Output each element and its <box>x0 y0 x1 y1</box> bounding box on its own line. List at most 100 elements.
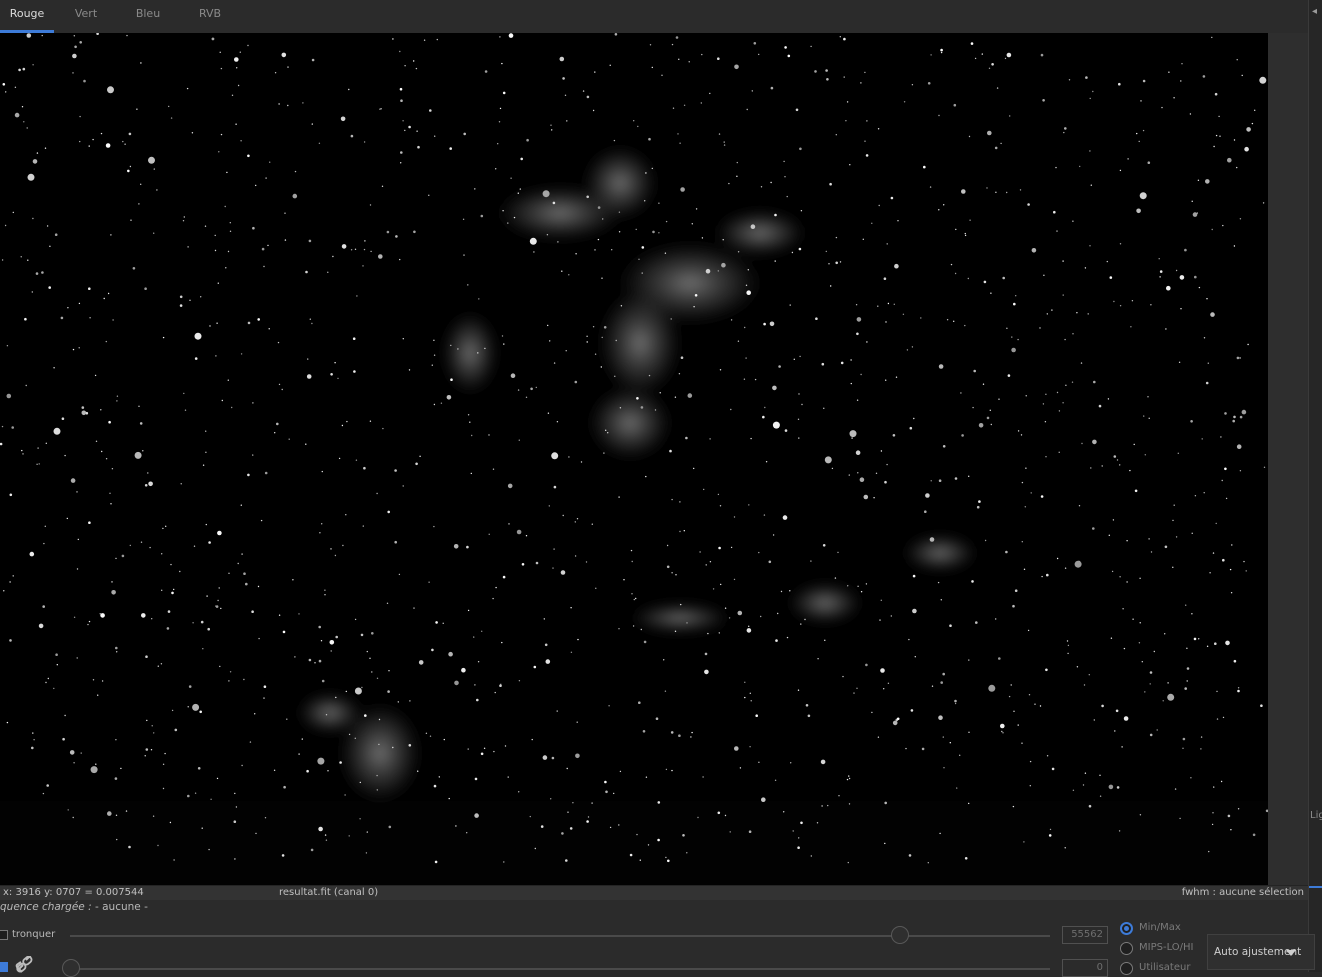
star <box>848 775 850 777</box>
star <box>998 657 1001 660</box>
star <box>1090 184 1093 186</box>
star <box>1233 139 1236 141</box>
star <box>341 244 347 249</box>
star <box>153 732 155 734</box>
star <box>1189 113 1192 115</box>
star <box>760 615 762 618</box>
tab-rouge[interactable]: Rouge <box>0 0 54 33</box>
star <box>22 67 26 71</box>
star <box>408 369 411 371</box>
image-viewport[interactable] <box>0 33 1268 885</box>
star <box>565 350 567 352</box>
star <box>777 612 779 615</box>
radio-minmax[interactable] <box>1120 922 1133 935</box>
star <box>743 378 746 380</box>
star <box>655 717 659 720</box>
chevron-left-icon[interactable]: ◂ <box>1312 6 1317 17</box>
star <box>1066 640 1069 642</box>
star <box>529 815 531 818</box>
truncate-checkbox[interactable] <box>0 930 8 940</box>
star <box>1200 736 1203 738</box>
star <box>633 120 635 122</box>
tab-bleu[interactable]: Bleu <box>124 0 172 30</box>
tab-rvb[interactable]: RVB <box>186 0 234 30</box>
star <box>778 365 781 368</box>
vertical-scroll-area[interactable] <box>1268 33 1308 885</box>
star <box>467 609 470 612</box>
star <box>800 623 802 625</box>
star <box>1174 788 1177 790</box>
star <box>1227 157 1232 163</box>
star <box>748 625 750 627</box>
radio-user[interactable] <box>1120 962 1133 975</box>
star <box>1190 420 1193 423</box>
star <box>680 603 682 606</box>
star <box>473 636 475 638</box>
star <box>369 657 371 659</box>
high-value-field[interactable]: 55562 <box>1062 926 1108 944</box>
star <box>1110 637 1113 639</box>
star <box>1116 786 1120 789</box>
star <box>561 270 563 272</box>
star <box>953 103 957 107</box>
low-slider-handle[interactable] <box>62 959 80 977</box>
star <box>1042 99 1045 102</box>
star <box>652 230 655 234</box>
star <box>880 450 883 452</box>
star <box>1013 710 1015 712</box>
star <box>988 684 996 692</box>
star <box>824 639 826 641</box>
star <box>433 339 435 341</box>
radio-mips[interactable] <box>1120 942 1133 955</box>
star <box>211 37 215 41</box>
star <box>534 847 536 850</box>
star <box>399 258 401 261</box>
star <box>364 714 367 717</box>
star <box>865 583 868 585</box>
star <box>1045 668 1048 672</box>
link-icon[interactable] <box>14 956 38 974</box>
star <box>1164 633 1166 635</box>
star <box>550 798 552 800</box>
star <box>4 224 7 227</box>
star <box>670 731 674 734</box>
star <box>1224 412 1227 415</box>
star <box>855 450 861 456</box>
scaling-dropdown[interactable]: Auto ajustement <box>1207 934 1315 970</box>
star <box>890 615 892 617</box>
star <box>824 456 832 464</box>
star <box>789 304 791 306</box>
link-checkbox[interactable] <box>0 962 8 972</box>
star <box>665 220 668 223</box>
star <box>1153 650 1156 653</box>
star <box>560 570 566 575</box>
star <box>878 204 880 207</box>
star <box>310 848 314 852</box>
star <box>892 434 896 437</box>
star <box>994 146 998 150</box>
star <box>857 472 859 474</box>
star <box>501 62 503 65</box>
star <box>252 454 254 456</box>
star <box>1079 165 1081 168</box>
low-slider-track[interactable] <box>70 968 1050 970</box>
star <box>332 255 334 258</box>
star <box>642 730 646 733</box>
star <box>838 795 840 797</box>
star <box>763 322 766 326</box>
star <box>1216 718 1219 720</box>
star <box>90 766 98 774</box>
high-slider-handle[interactable] <box>891 926 909 944</box>
star <box>702 776 704 778</box>
star <box>298 753 300 755</box>
star <box>360 633 364 637</box>
star <box>798 437 800 439</box>
star <box>782 515 788 520</box>
star <box>1194 495 1197 497</box>
star <box>146 719 148 722</box>
astro-image <box>0 33 1268 885</box>
low-value-field[interactable]: 0 <box>1062 959 1108 977</box>
star <box>597 206 601 209</box>
tab-vert[interactable]: Vert <box>62 0 110 30</box>
star <box>302 102 304 104</box>
